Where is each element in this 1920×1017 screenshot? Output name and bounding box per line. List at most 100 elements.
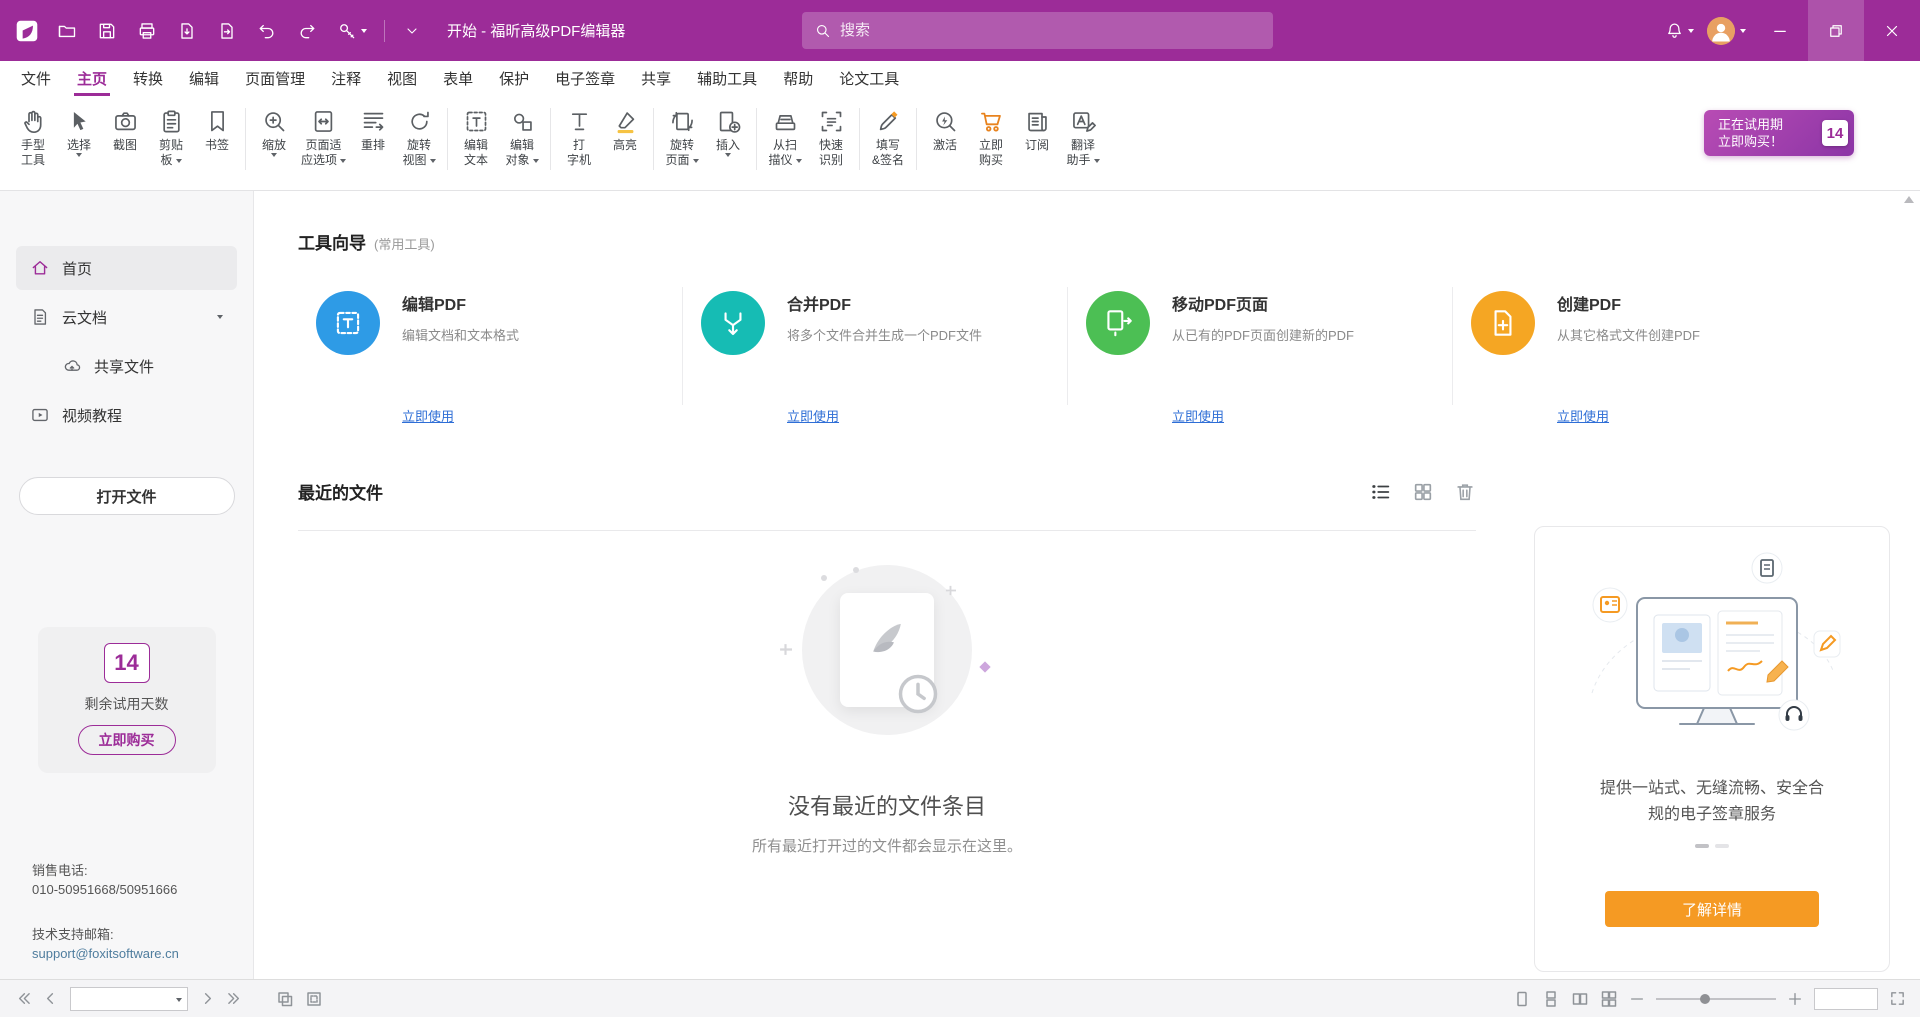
menu-comment[interactable]: 注释 (318, 61, 374, 96)
use-now-link[interactable]: 立即使用 (1172, 406, 1224, 425)
redo-icon[interactable] (290, 14, 324, 48)
chevron-down-icon[interactable] (217, 315, 223, 319)
menu-accessibility[interactable]: 辅助工具 (684, 61, 770, 96)
save-icon[interactable] (90, 14, 124, 48)
previous-page-button[interactable] (42, 990, 59, 1007)
menu-edit[interactable]: 编辑 (176, 61, 232, 96)
restore-button[interactable] (1808, 0, 1864, 61)
menu-thesis-tools[interactable]: 论文工具 (826, 61, 912, 96)
ribbon-tool-fill-sign[interactable]: 填写 &签名 (865, 104, 911, 168)
ribbon-tool-translate[interactable]: 翻译 助手 (1060, 104, 1106, 168)
ribbon-tool-activate[interactable]: 激活 (922, 104, 968, 153)
sparkle-plus (945, 585, 956, 596)
search-input[interactable] (840, 22, 1261, 39)
ribbon-tool-subscribe[interactable]: 订阅 (1014, 104, 1060, 153)
buy-now-button[interactable]: 立即购买 (78, 725, 176, 755)
minimize-button[interactable] (1752, 0, 1808, 61)
promo-text-line1: 提供一站式、无缝流畅、安全合 (1535, 776, 1889, 802)
zoom-in-button[interactable] (1787, 991, 1803, 1007)
sidebar-item-cloud-docs[interactable]: 云文档 (16, 295, 237, 339)
single-page-view-icon[interactable] (1513, 990, 1531, 1008)
continuous-view-icon[interactable] (1542, 990, 1560, 1008)
scroll-up-arrow[interactable] (1904, 196, 1914, 203)
use-now-link[interactable]: 立即使用 (402, 406, 454, 425)
next-view-icon[interactable] (305, 990, 323, 1008)
ribbon-tool-fit-page[interactable]: 页面适 应选项 (297, 104, 350, 168)
menu-organize[interactable]: 页面管理 (232, 61, 318, 96)
undo-icon[interactable] (250, 14, 284, 48)
continuous-facing-view-icon[interactable] (1600, 990, 1618, 1008)
zoom-percentage-box[interactable] (1814, 988, 1878, 1010)
last-page-button[interactable] (227, 990, 244, 1007)
account-avatar[interactable] (1700, 14, 1752, 48)
page-number-input[interactable] (71, 988, 187, 1010)
export-icon[interactable] (170, 14, 204, 48)
close-button[interactable] (1864, 0, 1920, 61)
sidebar-item-video-tutorials[interactable]: 视频教程 (16, 393, 237, 437)
ribbon-tool-ocr[interactable]: 快速 识别 (808, 104, 854, 168)
ribbon-tool-rotate-pages[interactable]: 旋转 页面 (659, 104, 705, 168)
ribbon-tool-bookmark[interactable]: 书签 (194, 104, 240, 153)
zoom-out-button[interactable] (1629, 991, 1645, 1007)
next-page-button[interactable] (199, 990, 216, 1007)
ribbon-tool-scanner[interactable]: 从扫 描仪 (762, 104, 808, 168)
zoom-slider-knob[interactable] (1700, 994, 1710, 1004)
sidebar-item-shared-files[interactable]: 共享文件 (48, 344, 237, 388)
bookmark-icon (204, 104, 231, 138)
ribbon-tool-insert[interactable]: 插入 (705, 104, 751, 157)
previous-view-icon[interactable] (276, 990, 294, 1008)
trial-banner[interactable]: 正在试用期 立即购买！ 14 (1704, 110, 1854, 156)
use-now-link[interactable]: 立即使用 (1557, 406, 1609, 425)
facing-view-icon[interactable] (1571, 990, 1589, 1008)
menu-esign[interactable]: 电子签章 (542, 61, 628, 96)
menu-protect[interactable]: 保护 (486, 61, 542, 96)
trash-icon[interactable] (1454, 481, 1476, 503)
grid-view-icon[interactable] (1412, 481, 1434, 503)
sidebar-item-home[interactable]: 首页 (16, 246, 237, 290)
page-number-box[interactable] (70, 987, 188, 1011)
carousel-dot[interactable] (1715, 844, 1729, 848)
carousel-dot-active[interactable] (1695, 844, 1709, 848)
menu-form[interactable]: 表单 (430, 61, 486, 96)
ribbon-tool-edit-text[interactable]: 编辑 文本 (453, 104, 499, 168)
use-now-link[interactable]: 立即使用 (787, 406, 839, 425)
ribbon-tool-reflow[interactable]: 重排 (350, 104, 396, 153)
menu-convert[interactable]: 转换 (120, 61, 176, 96)
ribbon-tool-highlight[interactable]: 高亮 (602, 104, 648, 153)
ribbon-tool-typewriter[interactable]: 打 字机 (556, 104, 602, 168)
convert-icon[interactable] (210, 14, 244, 48)
ribbon-tool-zoom[interactable]: 缩放 (251, 104, 297, 157)
esign-icon[interactable] (330, 14, 374, 48)
print-icon[interactable] (130, 14, 164, 48)
ribbon-tool-hand[interactable]: 手型 工具 (10, 104, 56, 168)
card-create-pdf[interactable]: 创建PDF 从其它格式文件创建PDF 立即使用 (1453, 277, 1837, 427)
search-box[interactable] (802, 12, 1273, 49)
open-file-button[interactable]: 打开文件 (19, 477, 235, 515)
document-icon (30, 307, 50, 327)
ribbon-tool-edit-object[interactable]: 编辑 对象 (499, 104, 545, 168)
ribbon-tool-clipboard[interactable]: 剪贴 板 (148, 104, 194, 168)
card-merge-pdf[interactable]: 合并PDF 将多个文件合并生成一个PDF文件 立即使用 (683, 277, 1067, 427)
open-file-icon[interactable] (50, 14, 84, 48)
first-page-button[interactable] (14, 990, 31, 1007)
menu-share[interactable]: 共享 (628, 61, 684, 96)
menu-home[interactable]: 主页 (64, 61, 120, 96)
menu-help[interactable]: 帮助 (770, 61, 826, 96)
card-edit-pdf[interactable]: 编辑PDF 编辑文档和文本格式 立即使用 (298, 277, 682, 427)
notifications-bell-icon[interactable] (1658, 14, 1700, 48)
ribbon-tool-rotate-view[interactable]: 旋转 视图 (396, 104, 442, 168)
learn-more-button[interactable]: 了解详情 (1605, 891, 1819, 927)
support-email-link[interactable]: support@foxitsoftware.cn (32, 944, 179, 963)
collapse-ribbon-icon[interactable] (395, 14, 429, 48)
newspaper-icon (1024, 104, 1051, 138)
zoom-slider[interactable] (1656, 992, 1776, 1006)
fullscreen-icon[interactable] (1889, 990, 1906, 1007)
trial-remaining-box: 14 剩余试用天数 立即购买 (38, 627, 216, 773)
ribbon-tool-buy-now[interactable]: 立即 购买 (968, 104, 1014, 168)
ribbon-tool-snapshot[interactable]: 截图 (102, 104, 148, 153)
menu-view[interactable]: 视图 (374, 61, 430, 96)
card-move-pdf-pages[interactable]: 移动PDF页面 从已有的PDF页面创建新的PDF 立即使用 (1068, 277, 1452, 427)
list-view-icon[interactable] (1370, 481, 1392, 503)
menu-file[interactable]: 文件 (8, 61, 64, 96)
ribbon-tool-select[interactable]: 选择 (56, 104, 102, 157)
